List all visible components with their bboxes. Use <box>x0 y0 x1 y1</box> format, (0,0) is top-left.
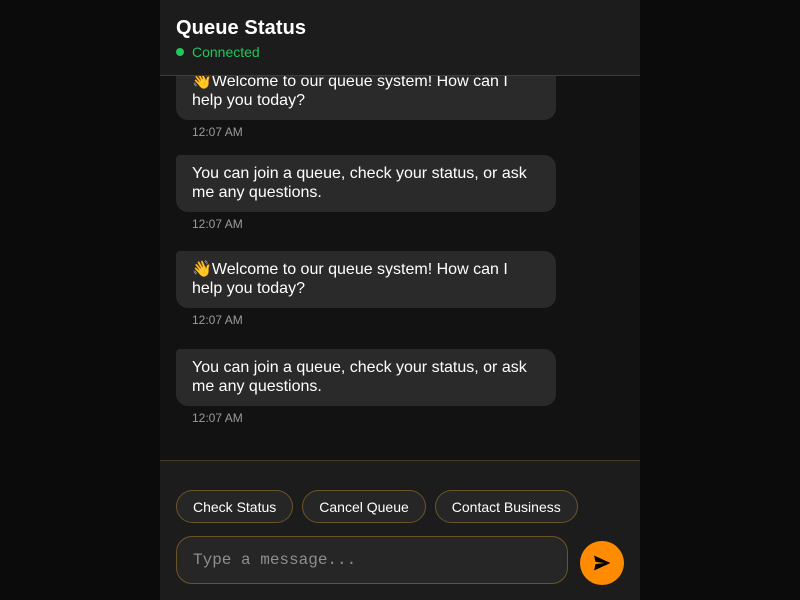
message-bubble: 👋Welcome to our queue system! How can I … <box>176 251 556 308</box>
status-dot-icon <box>176 48 184 56</box>
send-button[interactable] <box>580 541 624 585</box>
message-text: Welcome to our queue system! How can I h… <box>192 76 508 109</box>
chat-header: Queue Status Connected <box>160 0 640 76</box>
message-bubble: You can join a queue, check your status,… <box>176 349 556 406</box>
message-bubble: You can join a queue, check your status,… <box>176 155 556 212</box>
chat-app: Queue Status Connected 👋Welcome to our q… <box>160 0 640 600</box>
page-title: Queue Status <box>176 17 307 39</box>
message-item: You can join a queue, check your status,… <box>176 155 556 231</box>
status-text: Connected <box>192 44 260 60</box>
message-input[interactable] <box>177 537 567 583</box>
message-item: 👋Welcome to our queue system! How can I … <box>176 251 556 327</box>
composer-panel: Check Status Cancel Queue Contact Busine… <box>160 460 640 600</box>
message-list[interactable]: 👋Welcome to our queue system! How can I … <box>160 76 640 460</box>
connection-status: Connected <box>176 44 260 60</box>
message-input-wrapper <box>176 536 568 584</box>
cancel-queue-button[interactable]: Cancel Queue <box>302 490 426 523</box>
message-time: 12:07 AM <box>192 411 243 425</box>
quick-actions: Check Status Cancel Queue Contact Busine… <box>176 490 578 523</box>
message-time: 12:07 AM <box>192 125 243 139</box>
check-status-button[interactable]: Check Status <box>176 490 294 523</box>
message-text: You can join a queue, check your status,… <box>192 165 527 201</box>
message-text: You can join a queue, check your status,… <box>192 359 527 395</box>
message-bubble: 👋Welcome to our queue system! How can I … <box>176 76 556 120</box>
message-text: Welcome to our queue system! How can I h… <box>192 261 508 297</box>
contact-business-button[interactable]: Contact Business <box>434 490 578 523</box>
message-time: 12:07 AM <box>192 313 243 327</box>
wave-emoji-icon: 👋 <box>192 261 212 278</box>
message-time: 12:07 AM <box>192 217 243 231</box>
wave-emoji-icon: 👋 <box>192 76 212 90</box>
message-item: You can join a queue, check your status,… <box>176 349 556 425</box>
send-icon <box>594 555 611 571</box>
message-item: 👋Welcome to our queue system! How can I … <box>176 76 556 139</box>
